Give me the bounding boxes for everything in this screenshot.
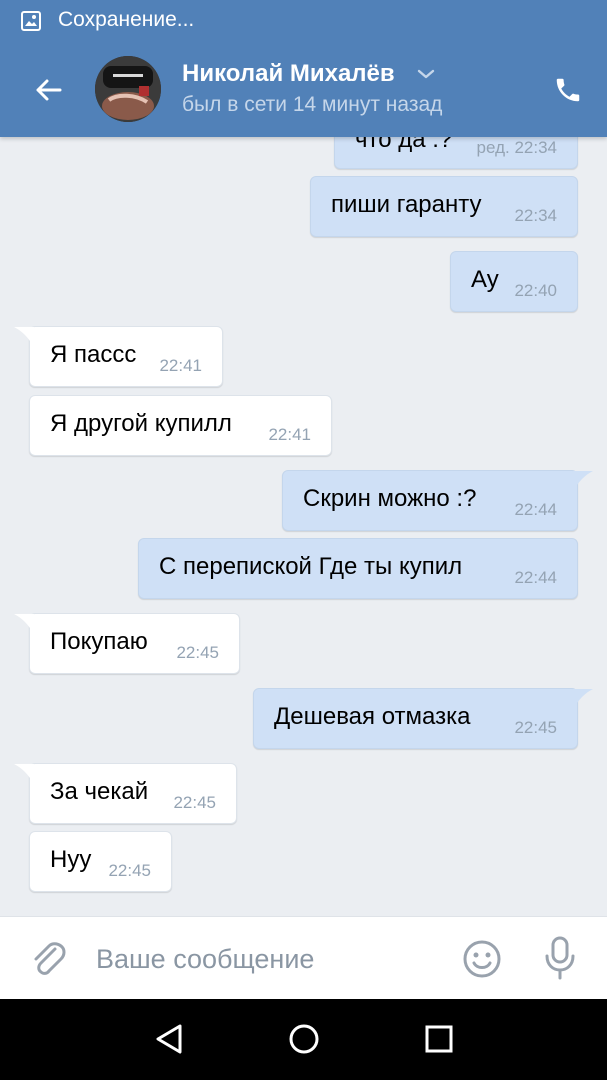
message-text: За чекай bbox=[50, 778, 149, 805]
message-incoming[interactable]: Я другой купилл 22:41 bbox=[29, 395, 332, 456]
image-icon bbox=[21, 11, 41, 31]
status-text: Сохранение... bbox=[58, 8, 195, 31]
bubble-tail bbox=[14, 764, 34, 784]
bubble-tail bbox=[14, 327, 34, 347]
message-time: 22:45 bbox=[173, 793, 216, 812]
message-text: пиши гаранту bbox=[331, 191, 482, 218]
message-text: Нуу bbox=[50, 846, 92, 873]
paperclip-icon[interactable] bbox=[26, 937, 70, 981]
message-incoming[interactable]: Нуу 22:45 bbox=[29, 831, 172, 892]
square-recents-icon[interactable] bbox=[419, 1019, 459, 1059]
system-nav-bar bbox=[0, 999, 607, 1080]
smiley-icon[interactable] bbox=[462, 939, 502, 979]
circle-home-icon[interactable] bbox=[284, 1019, 324, 1059]
contact-status: был в сети 14 минут назад bbox=[182, 93, 443, 116]
message-input[interactable] bbox=[96, 939, 436, 979]
message-text: что да :? bbox=[355, 137, 453, 153]
app-bar: Сохранение... Николай Михалёв был в сети… bbox=[0, 0, 607, 137]
chat-screen: Сохранение... Николай Михалёв был в сети… bbox=[0, 0, 607, 1080]
message-outgoing[interactable]: Дешевая отмазка 22:45 bbox=[253, 688, 593, 749]
back-button[interactable] bbox=[28, 70, 68, 110]
microphone-icon[interactable] bbox=[540, 935, 580, 981]
message-outgoing[interactable]: что да :? ред. 22:34 bbox=[334, 137, 578, 169]
message-time: 22:41 bbox=[268, 425, 311, 444]
message-time: ред. 22:34 bbox=[476, 138, 557, 157]
message-time: 22:44 bbox=[514, 568, 557, 587]
message-text: С перепиской Где ты купил bbox=[159, 553, 463, 580]
avatar-photo bbox=[95, 56, 161, 122]
message-text: Я другой купилл bbox=[50, 410, 232, 437]
bubble-tail bbox=[14, 614, 34, 634]
avatar[interactable] bbox=[95, 56, 161, 122]
status-bar: Сохранение... bbox=[0, 0, 607, 42]
message-time: 22:41 bbox=[159, 356, 202, 375]
composer bbox=[0, 916, 607, 999]
message-time: 22:34 bbox=[514, 206, 557, 225]
message-outgoing[interactable]: С перепиской Где ты купил 22:44 bbox=[138, 538, 578, 599]
message-time: 22:45 bbox=[176, 643, 219, 662]
message-text: Дешевая отмазка bbox=[274, 703, 471, 730]
triangle-back-icon[interactable] bbox=[150, 1019, 190, 1059]
bubble-tail bbox=[573, 689, 593, 709]
bubble-tail bbox=[573, 471, 593, 491]
message-incoming[interactable]: За чекай 22:45 bbox=[14, 763, 237, 824]
message-text: Я пассс bbox=[50, 341, 137, 368]
message-text: Ау bbox=[471, 266, 499, 293]
message-incoming[interactable]: Покупаю 22:45 bbox=[14, 613, 240, 674]
arrow-left-icon bbox=[36, 79, 62, 101]
message-time: 22:40 bbox=[514, 281, 557, 300]
message-time: 22:44 bbox=[514, 500, 557, 519]
message-outgoing[interactable]: Скрин можно :? 22:44 bbox=[282, 470, 593, 531]
message-outgoing[interactable]: пиши гаранту 22:34 bbox=[310, 176, 578, 237]
message-list[interactable]: что да :? ред. 22:34 пиши гаранту 22:34 … bbox=[0, 137, 607, 916]
message-outgoing[interactable]: Ау 22:40 bbox=[450, 251, 578, 312]
message-time: 22:45 bbox=[108, 861, 151, 880]
phone-icon bbox=[556, 78, 580, 102]
message-incoming[interactable]: Я пассс 22:41 bbox=[14, 326, 223, 387]
contact-name[interactable]: Николай Михалёв bbox=[182, 60, 395, 88]
chevron-down-icon[interactable] bbox=[416, 66, 436, 82]
message-time: 22:45 bbox=[514, 718, 557, 737]
message-text: Скрин можно :? bbox=[303, 485, 477, 512]
call-button[interactable] bbox=[548, 70, 588, 110]
message-text: Покупаю bbox=[50, 628, 148, 655]
